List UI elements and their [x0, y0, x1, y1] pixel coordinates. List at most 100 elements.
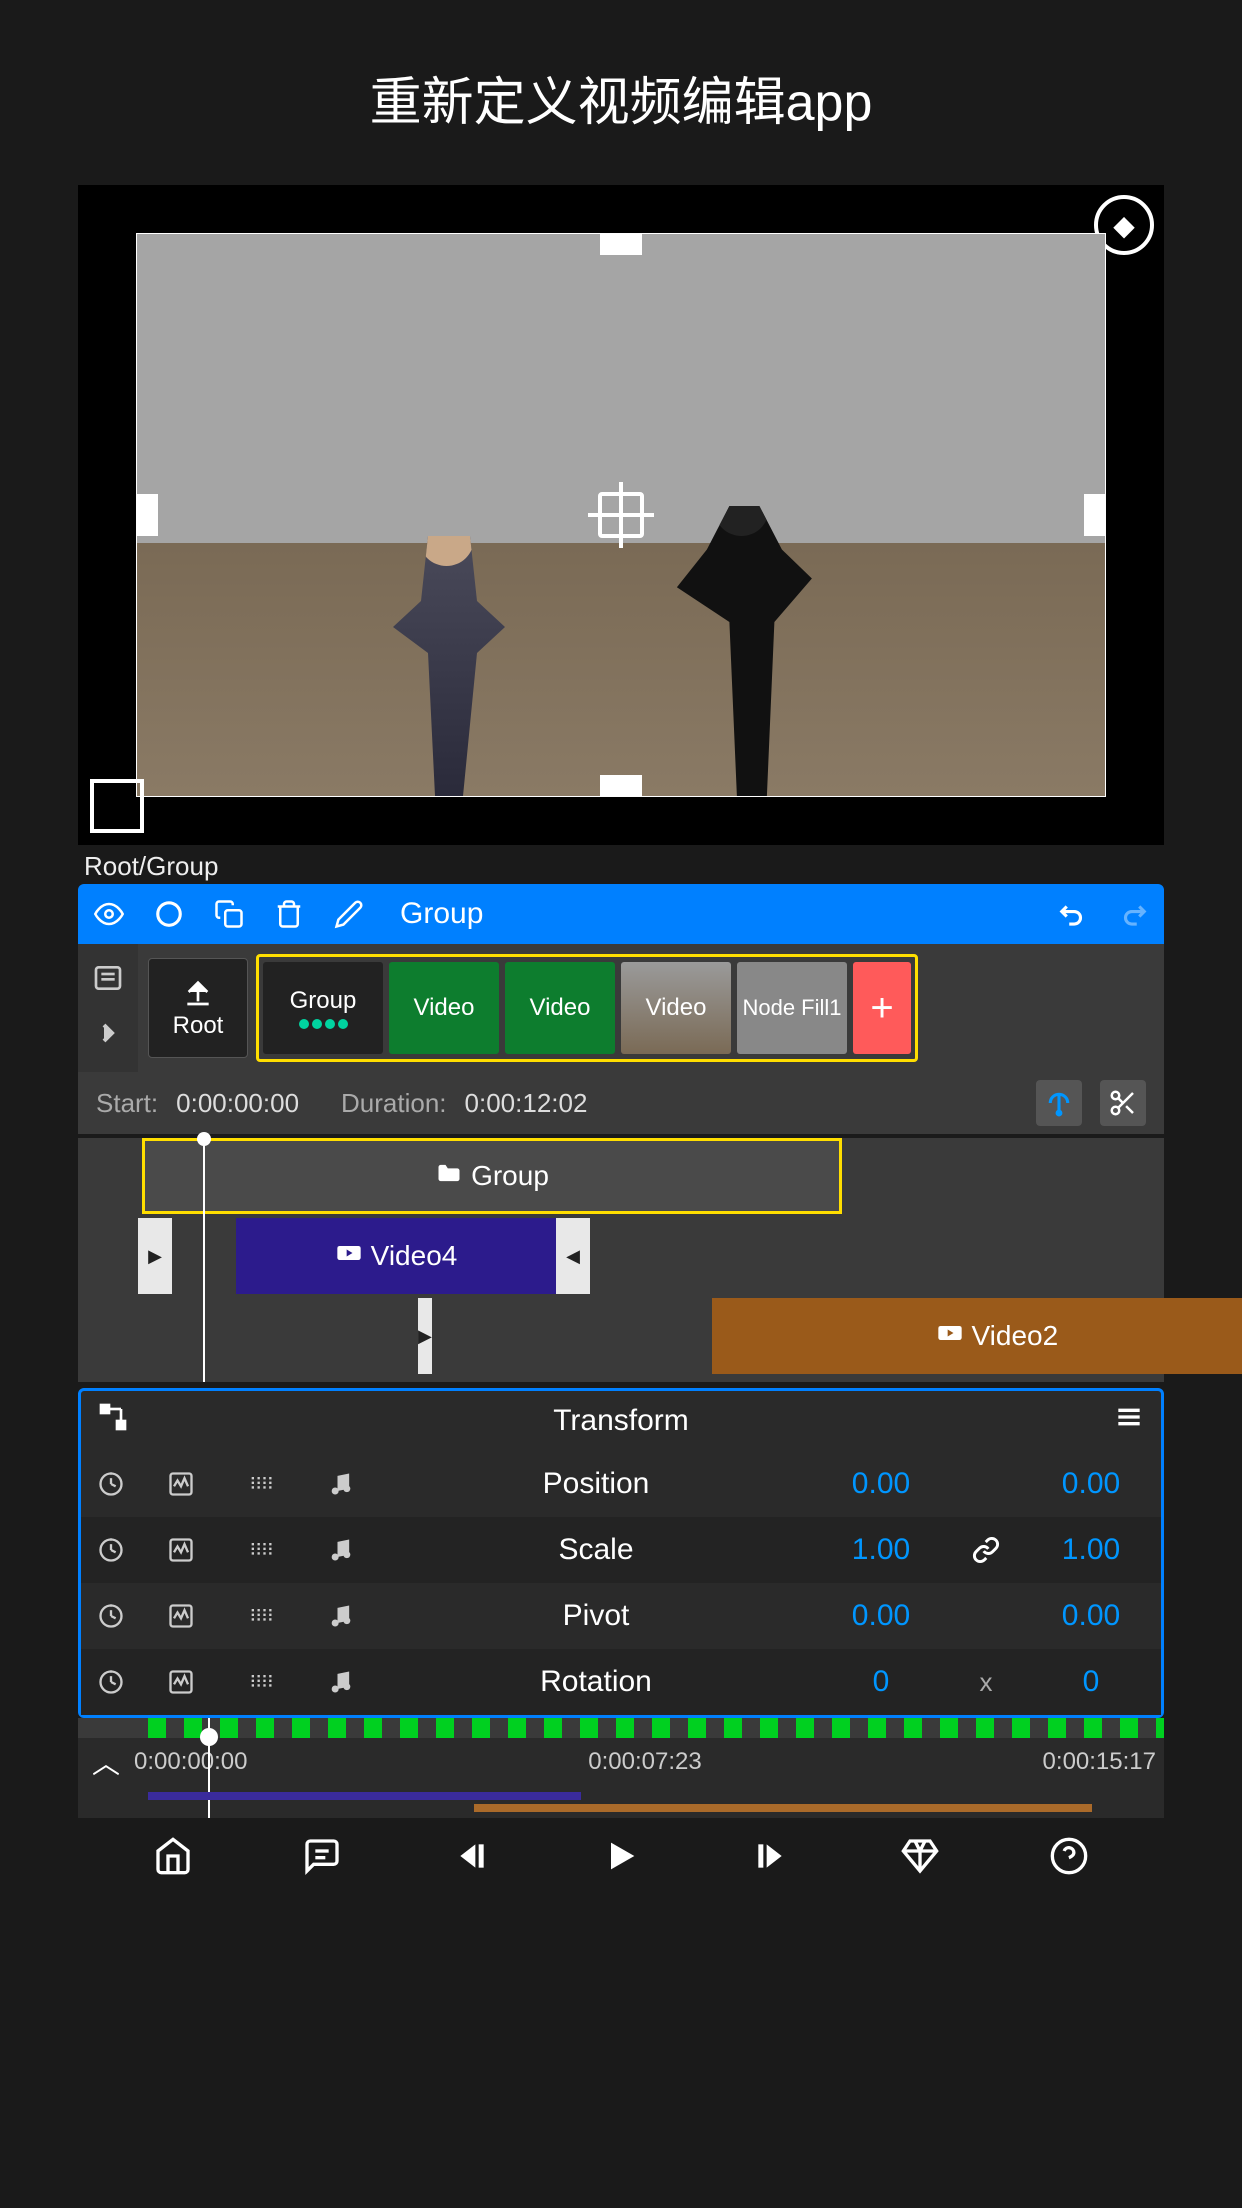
step-forward-icon[interactable]: [750, 1836, 790, 1881]
chevron-right-icon[interactable]: [92, 1017, 124, 1054]
property-label: Rotation: [381, 1649, 811, 1715]
clip-handle-right[interactable]: ◀: [556, 1218, 590, 1294]
property-label: Scale: [381, 1517, 811, 1583]
list-icon[interactable]: [92, 962, 124, 999]
clip-handle-left[interactable]: ▶: [138, 1218, 172, 1294]
wiggle-icon[interactable]: [221, 1583, 301, 1649]
spacer: [951, 1451, 1021, 1517]
property-value-b[interactable]: 0: [1021, 1649, 1161, 1715]
timeline-tracks[interactable]: Group ▶ Video4 ◀ ▶ Video2 ◀: [78, 1138, 1164, 1382]
add-layer-button[interactable]: +: [853, 962, 911, 1054]
wiggle-icon[interactable]: [221, 1517, 301, 1583]
transform-node-icon[interactable]: [97, 1401, 129, 1441]
edit-icon[interactable]: [332, 897, 366, 931]
breadcrumb: Root/Group: [78, 845, 1164, 884]
resize-handle-left[interactable]: [136, 494, 158, 536]
stopwatch-icon[interactable]: [81, 1517, 141, 1583]
track-clip-video2-label: Video2: [972, 1320, 1059, 1352]
property-value-a[interactable]: 0.00: [811, 1583, 951, 1649]
visibility-icon[interactable]: [92, 897, 126, 931]
video-tile-3[interactable]: Video: [621, 962, 731, 1054]
property-value-a[interactable]: 0: [811, 1649, 951, 1715]
mini-track-1: [148, 1792, 581, 1800]
property-value-a[interactable]: 1.00: [811, 1517, 951, 1583]
x-separator: x: [951, 1649, 1021, 1715]
step-back-icon[interactable]: [452, 1836, 492, 1881]
curve-icon[interactable]: [141, 1649, 221, 1715]
ruler-time-0: 0:00:00:00: [134, 1748, 475, 1776]
resize-handle-top[interactable]: [600, 233, 642, 255]
subject-2: [669, 506, 819, 796]
redo-icon[interactable]: [1116, 897, 1150, 931]
fullscreen-icon[interactable]: [90, 783, 140, 833]
play-icon[interactable]: [601, 1836, 641, 1881]
home-icon[interactable]: [153, 1836, 193, 1881]
chevron-up-icon[interactable]: ︿: [78, 1742, 134, 1782]
property-value-b[interactable]: 0.00: [1021, 1583, 1161, 1649]
track-clip-group[interactable]: Group: [142, 1138, 842, 1214]
resize-handle-right[interactable]: [1084, 494, 1106, 536]
start-value[interactable]: 0:00:00:00: [176, 1088, 299, 1119]
link-icon[interactable]: [951, 1517, 1021, 1583]
help-icon[interactable]: [1036, 1080, 1082, 1126]
video-preview[interactable]: [78, 185, 1164, 845]
circle-icon[interactable]: [152, 897, 186, 931]
layers-strip: Root Group Video Video Video Node Fill1 …: [138, 944, 1164, 1072]
ruler-mini-tracks: [134, 1786, 1164, 1818]
root-tile[interactable]: Root: [148, 958, 248, 1058]
ruler-time-1: 0:00:07:23: [475, 1748, 816, 1776]
track-clip-video2[interactable]: Video2: [712, 1298, 1242, 1374]
wiggle-icon[interactable]: [221, 1451, 301, 1517]
duration-value[interactable]: 0:00:12:02: [465, 1088, 588, 1119]
help-circle-icon[interactable]: [1049, 1836, 1089, 1881]
menu-icon[interactable]: [1113, 1401, 1145, 1441]
video-tile-2-label: Video: [530, 994, 591, 1022]
audio-icon[interactable]: [301, 1583, 381, 1649]
property-value-b[interactable]: 0.00: [1021, 1451, 1161, 1517]
timeline-ruler[interactable]: ︿ 0:00:00:00 0:00:07:23 0:00:15:17: [78, 1718, 1164, 1818]
scissors-icon[interactable]: [1100, 1080, 1146, 1126]
video-tile-1[interactable]: Video: [389, 962, 499, 1054]
curve-icon[interactable]: [141, 1583, 221, 1649]
ruler-time-2: 0:00:15:17: [815, 1748, 1156, 1776]
duration-label: Duration:: [341, 1088, 447, 1119]
group-tile[interactable]: Group: [263, 962, 383, 1054]
stopwatch-icon[interactable]: [81, 1451, 141, 1517]
audio-icon[interactable]: [301, 1451, 381, 1517]
group-selection: Group Video Video Video Node Fill1 +: [256, 954, 918, 1062]
group-label: Group: [290, 987, 357, 1015]
side-panel: [78, 944, 138, 1072]
video-tile-3-label: Video: [646, 994, 707, 1022]
audio-icon[interactable]: [301, 1517, 381, 1583]
clip-handle-left-2[interactable]: ▶: [418, 1298, 432, 1374]
property-label: Pivot: [381, 1583, 811, 1649]
property-value-a[interactable]: 0.00: [811, 1451, 951, 1517]
preview-canvas[interactable]: [136, 233, 1106, 797]
trash-icon[interactable]: [272, 897, 306, 931]
transform-title: Transform: [129, 1404, 1113, 1438]
pivot-crosshair-icon[interactable]: [598, 492, 644, 538]
video-icon: [335, 1239, 363, 1274]
ruler-markers: [78, 1718, 1164, 1738]
root-label: Root: [173, 1012, 224, 1040]
stopwatch-icon[interactable]: [81, 1583, 141, 1649]
resize-handle-bottom[interactable]: [600, 775, 642, 797]
audio-icon[interactable]: [301, 1649, 381, 1715]
nodefill-tile[interactable]: Node Fill1: [737, 962, 847, 1054]
stopwatch-icon[interactable]: [81, 1649, 141, 1715]
curve-icon[interactable]: [141, 1451, 221, 1517]
property-value-b[interactable]: 1.00: [1021, 1517, 1161, 1583]
spacer: [951, 1583, 1021, 1649]
curve-icon[interactable]: [141, 1517, 221, 1583]
wiggle-icon[interactable]: [221, 1649, 301, 1715]
folder-icon: [435, 1159, 463, 1194]
comment-icon[interactable]: [302, 1836, 342, 1881]
copy-icon[interactable]: [212, 897, 246, 931]
time-info: Start: 0:00:00:00 Duration: 0:00:12:02: [78, 1072, 1164, 1134]
diamond-icon[interactable]: [900, 1836, 940, 1881]
track-clip-video4[interactable]: Video4: [236, 1218, 556, 1294]
video-tile-1-label: Video: [414, 994, 475, 1022]
undo-icon[interactable]: [1056, 897, 1090, 931]
video-tile-2[interactable]: Video: [505, 962, 615, 1054]
app-frame: Root/Group Group: [78, 185, 1164, 1898]
